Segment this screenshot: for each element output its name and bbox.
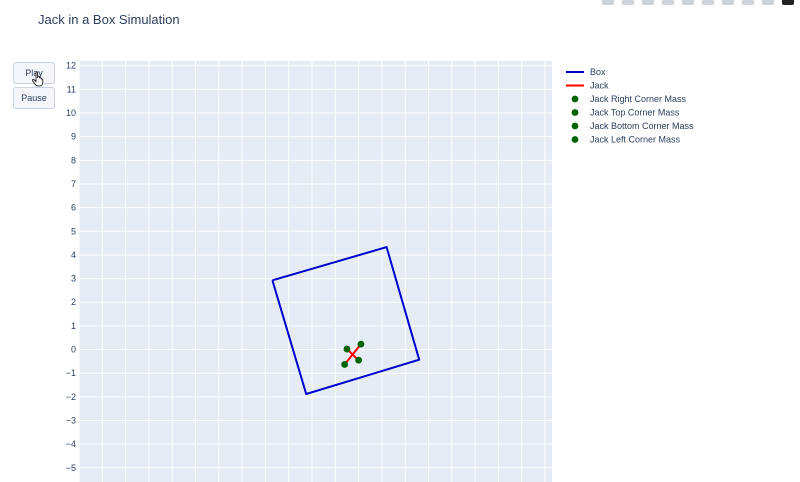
jack-right-corner-mass-point[interactable] <box>357 340 365 348</box>
y-tick-label: 4 <box>71 250 76 260</box>
zoom-out-icon[interactable] <box>722 0 734 5</box>
y-tick-label: 3 <box>71 274 76 284</box>
legend-label: Jack <box>590 81 609 91</box>
legend-label: Box <box>590 67 606 77</box>
legend-item[interactable]: Jack Bottom Corner Mass <box>571 121 694 131</box>
y-axis-ticks: 1211109876543210−1−2−3−4−5 <box>66 61 76 473</box>
legend-label: Jack Bottom Corner Mass <box>590 121 694 131</box>
box-select-icon[interactable] <box>662 0 674 5</box>
y-tick-label: 6 <box>71 203 76 213</box>
legend-label: Jack Left Corner Mass <box>590 135 681 145</box>
jack-top-corner-mass-point[interactable] <box>341 361 349 368</box>
pan-icon[interactable] <box>642 0 654 5</box>
autoscale-icon[interactable] <box>742 0 754 5</box>
legend-marker-swatch <box>571 109 579 116</box>
y-tick-label: −4 <box>66 439 76 449</box>
y-tick-label: 7 <box>71 179 76 189</box>
legend-item[interactable]: Jack <box>566 81 609 91</box>
y-tick-label: 5 <box>71 226 76 236</box>
y-tick-label: 0 <box>71 345 76 355</box>
y-tick-label: −5 <box>66 463 76 473</box>
legend-item[interactable]: Jack Right Corner Mass <box>571 94 687 104</box>
pause-button[interactable]: Pause <box>13 87 55 109</box>
jack-left-corner-mass-point[interactable] <box>355 356 363 364</box>
legend-item[interactable]: Box <box>566 67 606 77</box>
legend-item[interactable]: Jack Left Corner Mass <box>571 135 681 145</box>
zoom-icon[interactable] <box>622 0 634 5</box>
y-tick-label: 2 <box>71 297 76 307</box>
modebar <box>602 0 794 6</box>
plot-area[interactable] <box>79 61 552 482</box>
legend-marker-swatch <box>571 95 579 103</box>
y-tick-label: 8 <box>71 155 76 165</box>
legend-label: Jack Top Corner Mass <box>590 108 680 118</box>
chart-title: Jack in a Box Simulation <box>38 12 180 27</box>
y-tick-label: 9 <box>71 132 76 142</box>
figure: 12 11 10 9 8 7 6 5 4 3 2 1 0 −1 −2 −3 −4 −5 Box Jack Jack R… <box>0 0 800 482</box>
y-tick-label: 1 <box>71 321 76 331</box>
camera-icon[interactable] <box>602 0 614 5</box>
play-button[interactable]: Play <box>13 62 55 84</box>
y-tick-label: −3 <box>66 416 76 426</box>
legend-label: Jack Right Corner Mass <box>590 94 687 104</box>
y-tick-label: 12 <box>66 61 76 71</box>
plotly-logo-icon[interactable] <box>782 0 794 5</box>
y-tick-label: 10 <box>66 108 76 118</box>
legend-item[interactable]: Jack Top Corner Mass <box>571 108 680 118</box>
chart-canvas[interactable]: 1211109876543210−1−2−3−4−5 BoxJackJack R… <box>0 0 800 482</box>
y-tick-label: 11 <box>67 84 76 94</box>
y-tick-label: −2 <box>66 392 76 402</box>
lasso-icon[interactable] <box>682 0 694 5</box>
legend-marker-swatch <box>571 122 579 130</box>
jack-bottom-corner-mass-point[interactable] <box>343 345 351 353</box>
zoom-in-icon[interactable] <box>702 0 714 5</box>
y-tick-label: −1 <box>66 368 76 378</box>
reset-axes-icon[interactable] <box>762 0 774 5</box>
legend-marker-swatch <box>571 136 579 143</box>
legend[interactable]: Box Jack Jack Right Corner Mass Jack Top Co… <box>566 67 694 145</box>
